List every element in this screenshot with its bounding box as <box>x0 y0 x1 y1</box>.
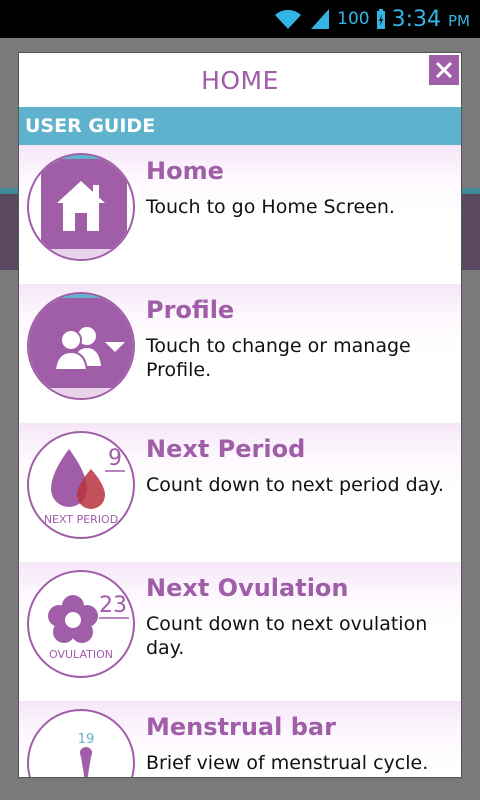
battery-charging-icon <box>376 8 386 30</box>
clock-ampm: PM <box>448 11 470 30</box>
next-period-label: NEXT PERIOD <box>44 513 118 526</box>
guide-item-menstrual-bar: 19 Menstrual bar Brief view of menstrual… <box>19 701 461 777</box>
close-button[interactable] <box>429 55 459 85</box>
bar-pin-icon: 19 <box>27 709 135 777</box>
guide-item-title: Next Period <box>146 435 306 463</box>
status-bar: 100 3:34 PM <box>0 0 480 38</box>
guide-item-description: Touch to go Home Screen. <box>146 196 395 218</box>
drop-icon: 9 NEXT PERIOD <box>27 431 135 539</box>
guide-item-next-period: 9 NEXT PERIOD Next Period Count down to … <box>19 423 461 562</box>
guide-item-next-ovulation: 23 OVULATION Next Ovulation Count down t… <box>19 562 461 701</box>
guide-item-title: Profile <box>146 296 235 324</box>
guide-item-title: Home <box>146 157 224 185</box>
guide-item-profile: Profile Touch to change or manage Profil… <box>19 284 461 423</box>
user-guide-header: USER GUIDE <box>19 107 461 145</box>
menstrual-bar-day: 19 <box>78 732 95 747</box>
home-icon <box>27 153 135 261</box>
guide-item-title: Next Ovulation <box>146 574 349 602</box>
dialog-title: HOME <box>201 65 279 95</box>
guide-item-description: Count down to next period day. <box>146 474 444 496</box>
clock-time: 3:34 <box>391 6 441 32</box>
profile-icon <box>27 292 135 400</box>
guide-item-home: Home Touch to go Home Screen. <box>19 145 461 284</box>
close-icon <box>435 61 453 79</box>
flower-icon: 23 OVULATION <box>27 570 135 678</box>
guide-item-description: Brief view of menstrual cycle. <box>146 752 429 774</box>
clock: 3:34 PM <box>392 7 470 32</box>
battery-percent: 100 <box>337 9 370 29</box>
next-period-count: 9 <box>108 446 122 471</box>
guide-item-description: Touch to change or manage Profile. <box>146 335 411 381</box>
signal-icon <box>309 7 331 31</box>
next-ovulation-count: 23 <box>99 593 127 618</box>
user-guide-dialog: HOME USER GUIDE Home Touch to go Home Sc… <box>18 52 462 778</box>
ovulation-label: OVULATION <box>49 648 113 661</box>
guide-item-title: Menstrual bar <box>146 713 336 741</box>
wifi-icon <box>273 7 303 31</box>
guide-item-description: Count down to next ovulation day. <box>146 613 428 659</box>
guide-list: Home Touch to go Home Screen. Profile To… <box>19 145 461 777</box>
